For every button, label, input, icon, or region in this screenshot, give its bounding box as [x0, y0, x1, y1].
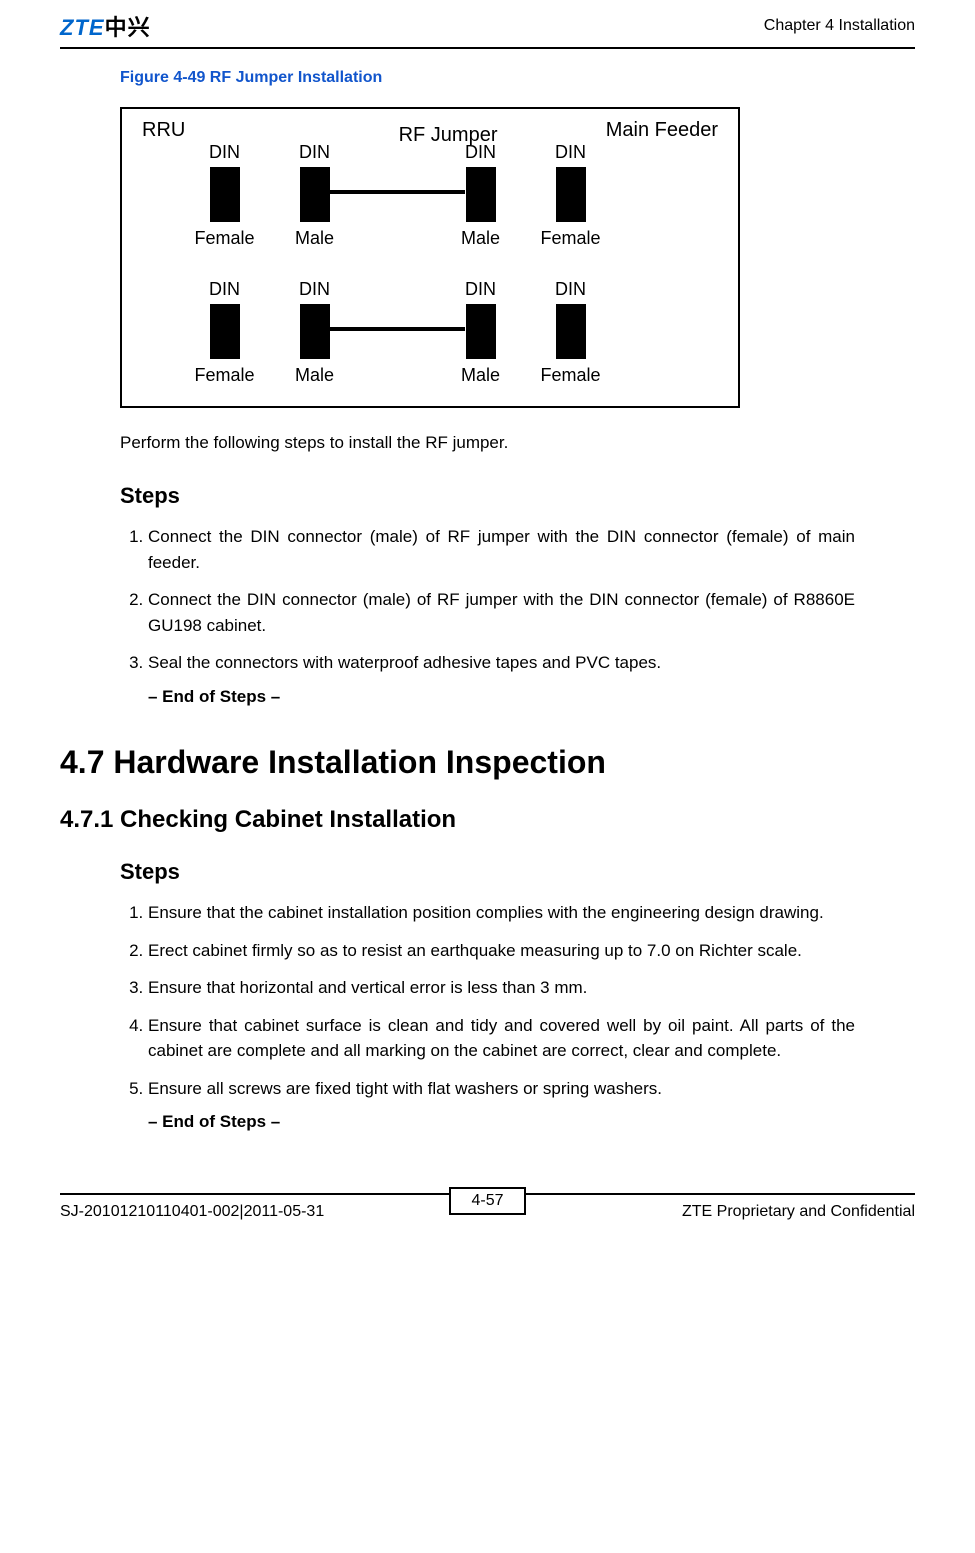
- din-label: DIN: [555, 279, 586, 300]
- connector-block-icon: [556, 167, 586, 222]
- rf-step-2: Connect the DIN connector (male) of RF j…: [148, 587, 855, 638]
- connector-jumper-left-2: DIN Male: [277, 279, 352, 386]
- cabinet-step-4: Ensure that cabinet surface is clean and…: [148, 1013, 855, 1064]
- gender-label: Male: [461, 228, 500, 249]
- gender-label: Female: [540, 365, 600, 386]
- main-feeder-label: Main Feeder: [606, 119, 718, 142]
- section-4-7-1-heading: 4.7.1 Checking Cabinet Installation: [60, 806, 855, 834]
- connector-jumper-left-1: DIN Male: [277, 142, 352, 249]
- logo: ZTE中兴: [60, 10, 151, 42]
- din-label: DIN: [299, 142, 330, 163]
- connector-rru-1: DIN Female: [187, 142, 262, 249]
- chapter-title: Chapter 4 Installation: [764, 17, 915, 35]
- step-text: Connect the DIN connector (male) of RF j…: [148, 524, 855, 575]
- din-label: DIN: [555, 142, 586, 163]
- rf-steps-list: Connect the DIN connector (male) of RF j…: [120, 524, 855, 709]
- connector-block-icon: [300, 167, 330, 222]
- end-of-steps: – End of Steps –: [148, 684, 855, 710]
- cabinet-steps-list: Ensure that the cabinet installation pos…: [120, 900, 855, 1135]
- cabinet-step-1: Ensure that the cabinet installation pos…: [148, 900, 855, 926]
- rf-jumper-diagram: RRU RF Jumper Main Feeder DIN Female DIN…: [120, 107, 740, 408]
- connector-block-icon: [210, 304, 240, 359]
- steps-heading-rf: Steps: [120, 483, 855, 509]
- connector-block-icon: [210, 167, 240, 222]
- page-number: 4-57: [449, 1187, 525, 1215]
- connector-feeder-2: DIN Female: [533, 279, 608, 386]
- connector-block-icon: [556, 304, 586, 359]
- step-text: Ensure that horizontal and vertical erro…: [148, 975, 855, 1001]
- logo-zte: ZTE: [60, 15, 105, 40]
- din-label: DIN: [465, 279, 496, 300]
- connector-block-icon: [466, 167, 496, 222]
- connector-jumper-right-2: DIN Male: [443, 279, 518, 386]
- din-label: DIN: [209, 142, 240, 163]
- rf-step-1: Connect the DIN connector (male) of RF j…: [148, 524, 855, 575]
- figure-caption: Figure 4-49 RF Jumper Installation: [120, 69, 855, 87]
- page-content: Figure 4-49 RF Jumper Installation RRU R…: [60, 49, 915, 1135]
- gender-label: Female: [540, 228, 600, 249]
- cabinet-step-3: Ensure that horizontal and vertical erro…: [148, 975, 855, 1001]
- connector-block-icon: [466, 304, 496, 359]
- step-text: Seal the connectors with waterproof adhe…: [148, 650, 855, 676]
- cabinet-step-2: Erect cabinet firmly so as to resist an …: [148, 938, 855, 964]
- end-of-steps: – End of Steps –: [148, 1109, 855, 1135]
- diagram-row-2: DIN Female DIN Male DIN Male DIN Female: [142, 279, 718, 386]
- logo-cn: 中兴: [105, 15, 151, 40]
- step-text: Ensure all screws are fixed tight with f…: [148, 1076, 855, 1102]
- gender-label: Female: [194, 228, 254, 249]
- step-text: Ensure that the cabinet installation pos…: [148, 900, 855, 926]
- connector-jumper-right-1: DIN Male: [443, 142, 518, 249]
- steps-heading-471: Steps: [120, 859, 855, 885]
- connector-block-icon: [300, 304, 330, 359]
- gender-label: Male: [461, 365, 500, 386]
- din-label: DIN: [465, 142, 496, 163]
- step-text: Ensure that cabinet surface is clean and…: [148, 1013, 855, 1064]
- gender-label: Female: [194, 365, 254, 386]
- page-header: ZTE中兴 Chapter 4 Installation: [60, 0, 915, 49]
- cabinet-step-5: Ensure all screws are fixed tight with f…: [148, 1076, 855, 1135]
- confidential-label: ZTE Proprietary and Confidential: [682, 1203, 915, 1221]
- din-label: DIN: [299, 279, 330, 300]
- gender-label: Male: [295, 365, 334, 386]
- doc-id: SJ-20101210110401-002|2011-05-31: [60, 1203, 324, 1221]
- connector-rru-2: DIN Female: [187, 279, 262, 386]
- diagram-row-1: DIN Female DIN Male DIN Male DIN Female: [142, 142, 718, 249]
- step-text: Erect cabinet firmly so as to resist an …: [148, 938, 855, 964]
- rf-step-3: Seal the connectors with waterproof adhe…: [148, 650, 855, 709]
- connector-feeder-1: DIN Female: [533, 142, 608, 249]
- gender-label: Male: [295, 228, 334, 249]
- section-4-7-heading: 4.7 Hardware Installation Inspection: [60, 744, 855, 781]
- din-label: DIN: [209, 279, 240, 300]
- rf-intro-text: Perform the following steps to install t…: [120, 433, 855, 453]
- step-text: Connect the DIN connector (male) of RF j…: [148, 587, 855, 638]
